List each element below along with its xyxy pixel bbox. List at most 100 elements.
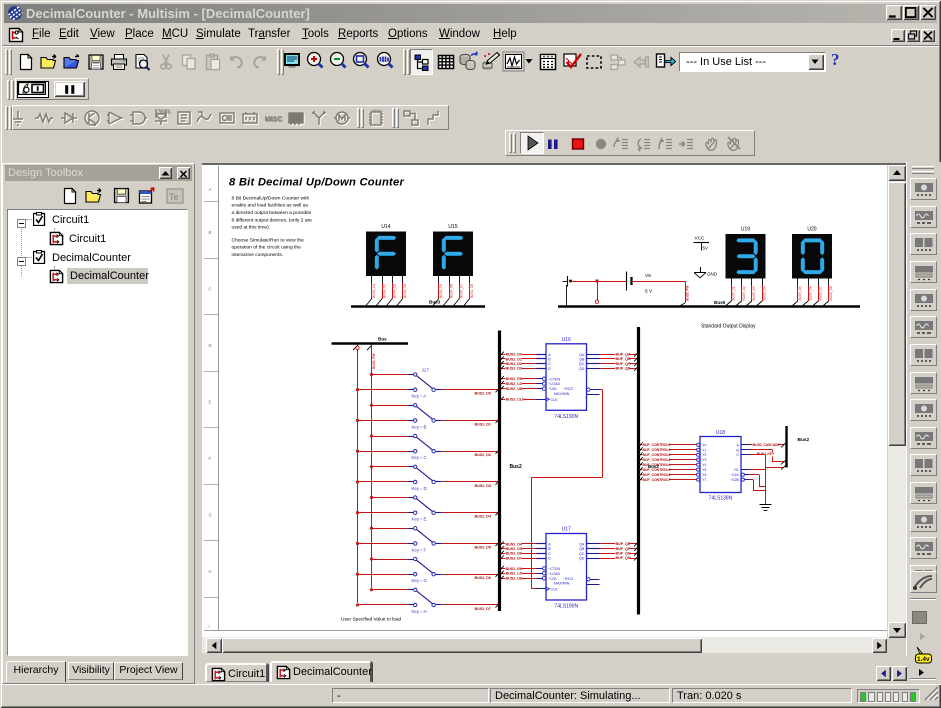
svg-text:Te: Te [169,192,179,202]
svg-text:BUS5_PW: BUS5_PW [685,286,689,301]
svg-text:74LS190N: 74LS190N [554,414,578,420]
svg-text:Bus5: Bus5 [714,300,726,305]
svg-text:U14: U14 [381,224,390,230]
svg-text:Y7: Y7 [702,478,706,482]
svg-text:8 Bit Decimal Up/Down Counter: 8 Bit Decimal Up/Down Counter [229,177,404,189]
svg-text:8 Bit DecimalUp/Down Counter w: 8 Bit DecimalUp/Down Counter with [232,195,310,201]
svg-text:QA: QA [579,543,585,547]
svg-text:BUS5_D4: BUS5_D4 [763,286,767,300]
svg-text:5V: 5V [703,246,708,251]
svg-text:BUF_QF: BUF_QF [616,547,631,551]
svg-text:Bus3: Bus3 [429,300,441,305]
svg-text:BUS5_D2: BUS5_D2 [742,286,746,300]
svg-text:Y0: Y0 [702,443,706,447]
svg-text:QD: QD [579,367,585,371]
svg-text:BUS5_D1: BUS5_D1 [732,286,736,300]
svg-text:BUS2_D6: BUS2_D6 [475,576,491,580]
svg-text:Y3: Y3 [702,458,706,462]
svg-text:U20: U20 [807,227,816,233]
svg-text:G1: G1 [734,468,739,472]
svg-text:J17: J17 [422,367,430,372]
svg-text:Y4: Y4 [702,463,706,467]
svg-text:BUS2_D1: BUS2_D1 [475,422,491,426]
svg-text:BUF_CONTROL3: BUF_CONTROL3 [643,458,671,462]
svg-text:QC: QC [579,552,585,556]
svg-text:A: A [548,543,551,547]
svg-text:Key = C: Key = C [412,455,427,460]
svg-text:B: B [209,230,212,235]
svg-text:Key = F: Key = F [412,547,427,552]
svg-text:BUS5_D8: BUS5_D8 [829,286,833,300]
svg-text:BUS2_D5: BUS2_D5 [506,547,522,551]
svg-text:MAX/MIN: MAX/MIN [554,392,570,396]
svg-text:BUF_QB: BUF_QB [616,357,631,361]
svg-text:U16: U16 [562,337,571,343]
svg-text:BUS4_D2: BUS4_D2 [382,284,386,298]
svg-text:U19: U19 [741,227,750,233]
svg-text:BUS2_D2: BUS2_D2 [475,453,491,457]
svg-text:User Specified Value to load: User Specified Value to load [341,617,402,623]
svg-text:D: D [209,343,212,348]
svg-text:~CTEN: ~CTEN [548,377,560,381]
svg-text:Y2: Y2 [702,453,706,457]
svg-text:BUS4_D6: BUS4_D6 [449,284,453,298]
svg-text:BUS2_D4: BUS2_D4 [475,515,492,519]
svg-text:~CTEN: ~CTEN [548,567,560,571]
svg-text:U15: U15 [448,224,457,230]
svg-text:BUS2_D7: BUS2_D7 [506,556,522,560]
svg-text:Bus3: Bus3 [648,464,659,469]
svg-text:Key = D: Key = D [412,486,427,491]
svg-text:B: B [548,547,551,551]
svg-text:BUS2_UD: BUS2_UD [506,577,523,581]
svg-text:BUS2_LD: BUS2_LD [506,572,523,576]
svg-text:BUS2_D5: BUS2_D5 [475,545,491,549]
svg-text:QB: QB [579,358,585,362]
svg-text:BUS5_D6: BUS5_D6 [808,286,812,300]
svg-text:Bus2: Bus2 [510,464,522,470]
svg-text:GND: GND [707,271,718,276]
svg-text:CLK: CLK [551,398,559,402]
svg-text:BUF_QE: BUF_QE [616,542,631,546]
svg-text:Choose Simulate/Run to view th: Choose Simulate/Run to view the [232,237,305,243]
svg-text:BUS2_CASCADE: BUS2_CASCADE [753,443,780,447]
svg-text:BUF_QH: BUF_QH [616,556,631,560]
svg-text:Standard Output Display: Standard Output Display [701,324,756,330]
svg-text:BUS5_D3: BUS5_D3 [752,286,756,300]
svg-text:B: B [548,358,551,362]
svg-text:H: H [209,569,212,574]
svg-text:BUS2_D0: BUS2_D0 [475,392,491,396]
svg-text:BUS2_CLK: BUS2_CLK [506,398,526,402]
svg-text:BUS2_D3: BUS2_D3 [506,367,522,371]
svg-text:MAX/MIN: MAX/MIN [554,582,570,586]
svg-text:Key = G: Key = G [412,578,428,583]
svg-text:D: D [548,367,551,371]
svg-text:Key = H: Key = H [412,609,427,614]
svg-text:BUS5_D5: BUS5_D5 [798,286,802,300]
svg-text:8 different output devices. (o: 8 different output devices. (only 2 are [232,217,313,223]
svg-text:BUF_QA: BUF_QA [616,352,631,356]
svg-text:~G2B: ~G2B [730,478,740,482]
svg-text:C: C [209,286,212,291]
svg-text:~RCO: ~RCO [563,387,573,391]
svg-text:QB: QB [579,547,585,551]
svg-text:QC: QC [579,362,585,366]
svg-text:BUF_QG: BUF_QG [616,552,631,556]
svg-text:BUF_CONTROL6: BUF_CONTROL6 [643,473,671,477]
svg-text:BUS2_D1: BUS2_D1 [506,357,522,361]
svg-text:~U/D: ~U/D [548,387,557,391]
svg-text:MCU: MCU [372,108,381,113]
svg-text:~LOAD: ~LOAD [548,572,560,576]
svg-text:A: A [548,353,551,357]
svg-text:BUS2_LD: BUS2_LD [506,382,523,386]
svg-text:A: A [209,187,212,192]
svg-text:BUS2_D3: BUS2_D3 [475,484,491,488]
svg-text:C: C [548,362,551,366]
svg-text:Key = B: Key = B [412,424,427,429]
svg-text:BUS2_D7: BUS2_D7 [475,607,491,611]
svg-text:BUS5_D7: BUS5_D7 [819,286,823,300]
svg-text:QA: QA [579,353,585,357]
svg-text:CLK: CLK [551,588,559,592]
svg-text:QD: QD [579,557,585,561]
svg-text:A: A [737,443,740,447]
svg-text:BUS2_D6: BUS2_D6 [506,552,522,556]
